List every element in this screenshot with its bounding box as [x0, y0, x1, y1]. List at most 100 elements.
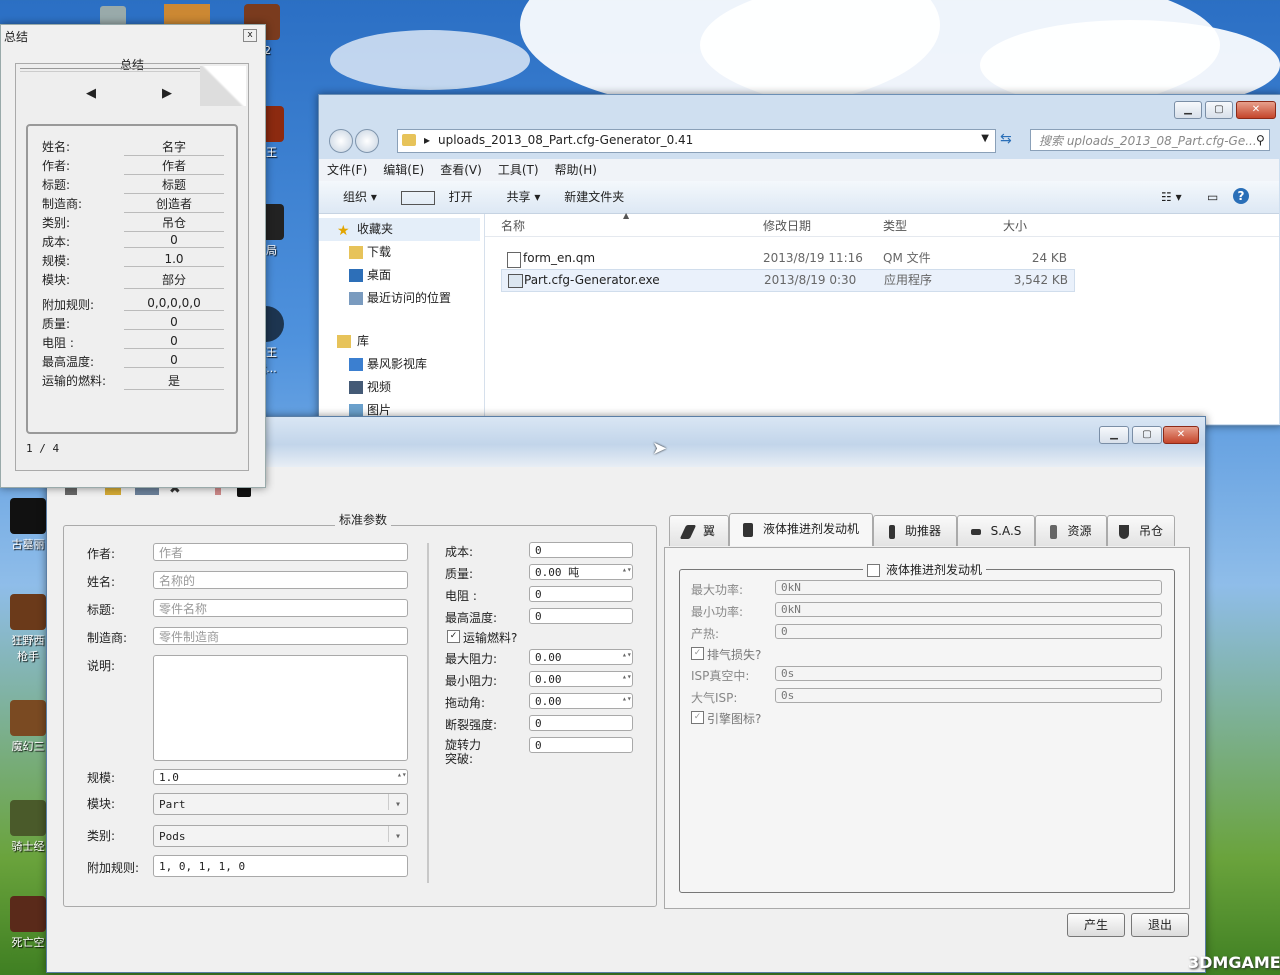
isp-vacuum-input[interactable]: 0s [775, 666, 1162, 681]
min-drag-spinbox[interactable]: 0.00 [529, 671, 633, 687]
extra-rules-input[interactable]: 1, 0, 1, 1, 0 [153, 855, 408, 877]
open-button[interactable]: 打开 [391, 181, 493, 213]
angular-drag-spinbox[interactable]: 0.00 [529, 693, 633, 709]
share-button[interactable]: 共享 ▾ [497, 181, 551, 213]
new-folder-button[interactable]: 新建文件夹 [554, 181, 634, 213]
nav-lib-baofeng[interactable]: 暴风影视库 [319, 353, 484, 376]
exit-button[interactable]: 退出 [1131, 913, 1189, 937]
summary-row: 标题: 标题 [42, 174, 228, 194]
min-thrust-input[interactable]: 0kN [775, 602, 1162, 617]
summary-fields: 姓名: 名字 作者: 作者 标题: 标题 制造商: 创造者 类别: 吊仓 成本: 0 规模:… [26, 124, 238, 434]
menu-help[interactable]: 帮助(H) [547, 159, 605, 181]
min-drag-label: 最小阻力: [445, 674, 498, 688]
cost-input[interactable]: 0 [529, 542, 633, 558]
generate-button[interactable]: 产生 [1067, 913, 1125, 937]
view-options-icon[interactable]: ☷ ▾ [1151, 181, 1192, 213]
nav-favorites[interactable]: ★ 收藏夹 [319, 218, 480, 241]
preview-pane-icon[interactable]: ▭ [1197, 181, 1228, 213]
tab-liquid-engine[interactable]: 液体推进剂发动机 [729, 513, 873, 546]
liquid-engine-checkbox[interactable] [867, 564, 880, 577]
summary-row: 成本: 0 [42, 231, 228, 249]
refresh-icon[interactable]: ⇆ [1000, 131, 1020, 151]
name-label: 姓名: [87, 575, 116, 589]
file-row[interactable]: Part.cfg-Generator.exe 2013/8/19 0:30 应用… [501, 269, 1075, 292]
maximize-button[interactable]: ▢ [1132, 426, 1162, 444]
max-temp-input[interactable]: 0 [529, 608, 633, 624]
back-button[interactable] [329, 129, 353, 153]
game-icon [10, 594, 46, 630]
module-select[interactable]: Part [153, 793, 408, 815]
column-size[interactable]: 大小 [1003, 217, 1027, 234]
nav-downloads[interactable]: 下载 [319, 241, 484, 264]
max-thrust-input[interactable]: 0kN [775, 580, 1162, 595]
window-title: 总结 [4, 30, 29, 44]
menu-file[interactable]: 文件(F) [319, 159, 375, 181]
description-textarea[interactable] [153, 655, 408, 761]
engine-icon-checkbox[interactable]: ✓ [691, 711, 704, 724]
column-divider [427, 543, 429, 883]
help-icon[interactable]: ? [1233, 188, 1249, 204]
menu-view[interactable]: 查看(V) [432, 159, 490, 181]
minimize-button[interactable]: ▁ [1099, 426, 1129, 444]
minimize-button[interactable]: ▁ [1174, 101, 1202, 119]
open-icon [400, 190, 435, 205]
column-name[interactable]: 名称 [501, 217, 525, 234]
torque-input[interactable]: 0 [529, 737, 633, 753]
tab-resource[interactable]: 资源 [1035, 515, 1107, 546]
chevron-down-icon[interactable]: ▼ [981, 133, 989, 144]
exhaust-loss-label: 排气损失? [707, 648, 762, 662]
mouse-cursor-icon: ➤ [652, 438, 668, 459]
liquid-engine-title: 液体推进剂发动机 [863, 561, 987, 578]
mass-spinbox[interactable]: 0.00 吨 [529, 564, 633, 580]
name-input[interactable]: 名称的 [153, 571, 408, 589]
max-drag-label: 最大阻力: [445, 652, 498, 666]
tab-sas[interactable]: S.A.S [957, 515, 1035, 546]
tab-wing[interactable]: 翼 [669, 515, 729, 546]
video-library-icon [349, 358, 363, 371]
menu-edit[interactable]: 编辑(E) [375, 159, 432, 181]
file-row[interactable]: form_en.qm 2013/8/19 11:16 QM 文件 24 KB [501, 248, 1073, 269]
address-bar[interactable]: ▸ uploads_2013_08_Part.cfg-Generator_0.4… [397, 129, 996, 153]
manufacturer-input[interactable]: 零件制造商 [153, 627, 408, 645]
standard-params-title: 标准参数 [335, 511, 392, 528]
author-input[interactable]: 作者 [153, 543, 408, 561]
tab-booster[interactable]: 助推器 [873, 515, 957, 546]
resistance-input[interactable]: 0 [529, 586, 633, 602]
nav-desktop[interactable]: 桌面 [319, 264, 484, 287]
column-type[interactable]: 类型 [883, 217, 907, 234]
close-button[interactable]: ✕ [1236, 101, 1276, 119]
address-text: uploads_2013_08_Part.cfg-Generator_0.41 [438, 133, 694, 147]
tank-icon [1050, 524, 1058, 539]
fuel-crossfeed-checkbox[interactable]: ✓ [447, 630, 460, 643]
nav-recent[interactable]: 最近访问的位置 [319, 287, 484, 310]
column-date[interactable]: 修改日期 [763, 217, 811, 234]
download-folder-icon [349, 246, 363, 259]
forward-button[interactable] [355, 129, 379, 153]
max-drag-spinbox[interactable]: 0.00 [529, 649, 633, 665]
break-strength-input[interactable]: 0 [529, 715, 633, 731]
isp-vacuum-label: ISP真空中: [691, 669, 750, 683]
search-input[interactable]: 搜索 uploads_2013_08_Part.cfg-Ge... [1030, 129, 1270, 151]
scale-spinbox[interactable]: 1.0 [153, 769, 408, 785]
organize-button[interactable]: 组织 ▾ [333, 181, 387, 213]
nav-lib-video[interactable]: 视频 [319, 376, 484, 399]
folder-icon [402, 134, 416, 146]
resistance-label: 电阻 : [445, 589, 477, 603]
nav-library[interactable]: 库 [319, 330, 484, 353]
tab-pod[interactable]: 吊仓 [1107, 515, 1175, 546]
menu-tools[interactable]: 工具(T) [490, 159, 547, 181]
close-icon[interactable]: x [243, 29, 257, 42]
close-button[interactable]: ✕ [1163, 426, 1199, 444]
angular-drag-label: 拖动角: [445, 696, 486, 710]
maximize-button[interactable]: ▢ [1205, 101, 1233, 119]
fuel-crossfeed-label: 运输燃料? [463, 631, 518, 645]
title-input[interactable]: 零件名称 [153, 599, 408, 617]
summary-window: 总结 x 总结 ◀ ▶ 姓名: 名字 作者: 作者 标题: 标题 制造商: 创造者 类别… [0, 24, 266, 488]
isp-atmosphere-input[interactable]: 0s [775, 688, 1162, 703]
category-select[interactable]: Pods [153, 825, 408, 847]
prev-page-icon[interactable]: ◀ [86, 86, 96, 101]
heat-input[interactable]: 0 [775, 624, 1162, 639]
exhaust-loss-checkbox[interactable]: ✓ [691, 647, 704, 660]
extra-rules-label: 附加规则: [87, 861, 140, 875]
next-page-icon[interactable]: ▶ [162, 86, 172, 101]
